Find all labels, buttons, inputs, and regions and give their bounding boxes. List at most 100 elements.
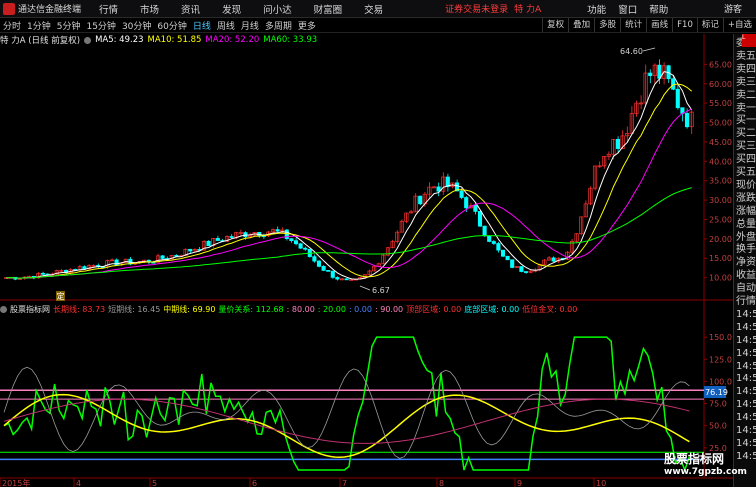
quote-label: 卖四 [736,63,756,75]
quote-label: 买三 [736,141,756,153]
indicator-tick-label: 75.0 [709,400,727,409]
price-tick-label: 60.00 [709,80,732,89]
price-tick-label: 40.00 [709,157,732,166]
price-tick-label: 25.00 [709,215,732,224]
candle-body [615,138,621,149]
indicator-settings-icon[interactable] [0,306,7,313]
quote-label: 收益 [736,270,756,282]
mid-line-value: 中期线: 69.90 [163,305,216,314]
high-annotation: 64.60 [620,47,643,56]
panel-collapse-button[interactable]: L [742,34,756,47]
date-tick-label: 5 [152,479,157,487]
watermark-line1: 股票指标网 [664,452,725,466]
quote-label: 买一 [736,115,756,127]
quote-label: 现价 [736,179,756,191]
indicator-tick-label: 125.0 [709,355,732,364]
watermark-line2: www.7gpzb.com [664,467,747,477]
quote-label: 卖二 [736,89,756,101]
candle-body [293,240,299,245]
candle-body [482,225,487,237]
date-tick-label: 4 [76,479,81,487]
candle-body [684,113,690,128]
ma10-line [6,83,693,279]
candle-body [174,255,179,257]
date-tick-label: 9 [517,479,522,487]
bottom-zone-value: 底部区域: 0.00 [464,305,520,314]
quote-label: 卖三 [736,76,756,88]
quote-label: 卖五 [736,50,756,62]
quote-label: 涨幅 [736,205,756,217]
candle-body [510,259,515,268]
quote-label: 买四 [736,154,756,166]
price-tick-label: 65.00 [709,60,732,69]
candle-body [491,241,496,244]
candle-body [206,240,211,247]
v20-value: : 20.00 [317,305,346,314]
candle-body [188,248,193,252]
long-line [3,398,690,444]
candle-body [487,235,492,242]
candle-body [418,195,423,205]
candle-body [519,266,524,272]
candlesticks [4,59,694,281]
candle-body [344,278,349,281]
candle-body [473,205,478,212]
price-tick-label: 10.00 [709,274,732,283]
kline-chart[interactable]: 65.00 60.00 55.00 50.00 45.00 40.00 35.00 30.00… [0,0,733,487]
date-tick-label: 2015年 [2,478,30,487]
quote-label: 14:50 [736,308,756,320]
candle-body [330,270,335,278]
quote-label: 净资 [736,257,756,269]
long-line-value: 长期线: 83.73 [53,305,106,314]
candle-body [436,186,441,192]
candle-body [523,271,529,273]
price-axis: 65.00 60.00 55.00 50.00 45.00 40.00 35.00 30.00… [704,60,732,283]
candle-body [321,266,326,271]
vol-price-value: 量价关系: 112.68 [218,305,284,314]
moving-averages [6,71,693,280]
price-tick-label: 50.00 [709,119,732,128]
quote-label: 14:50 [736,399,756,411]
ma5-line [6,71,693,280]
quote-label: 行情 [736,296,756,307]
candle-body [477,211,483,227]
candle-body [500,249,506,257]
high-arrow [642,47,656,52]
price-tick-label: 20.00 [709,235,732,244]
date-tick-label: 8 [439,479,444,487]
price-tick-label: 45.00 [709,138,732,147]
quote-label: 14:50 [736,334,756,346]
quote-label: 换手 [736,244,756,256]
indicator-panel [0,336,704,473]
candle-body [40,272,46,275]
indicator-tick-label: 150.0 [709,333,732,342]
price-tick-label: 15.00 [709,254,732,263]
candle-body [316,260,322,267]
quote-label: 14:50 [736,437,756,449]
candle-body [496,243,501,251]
indicator-info-line: 股票指标网 长期线: 83.73 短期线: 16.45 中期线: 69.90 量… [0,304,580,315]
short-line [3,366,690,459]
indicator-tick-label: 50.0 [709,422,727,431]
quote-panel: 委比卖五卖四卖三卖二卖一买一买二买三买四买五现价涨跌涨幅总量外盘换手净资收益自动… [733,34,756,487]
quote-label: 涨跌 [736,192,756,204]
quote-label: 14:50 [736,347,756,359]
quote-label: 14:50 [736,412,756,424]
mark-label: 定 [57,291,65,301]
indicator-name[interactable]: 股票指标网 [10,304,50,315]
date-tick-label: 7 [342,479,347,487]
candle-body [215,238,220,241]
quote-label: 14:50 [736,321,756,333]
quote-label: 卖一 [736,102,756,114]
quote-label: 外盘 [736,231,756,243]
candle-body [298,243,303,249]
date-axis: 2015年 4 5 6 7 8 9 10 [0,478,606,487]
price-tick-label: 30.00 [709,196,732,205]
candle-body [464,197,469,209]
low-arrow [359,285,371,291]
volume-price-line [3,336,691,473]
cross-value: 低位金叉: 0.00 [522,305,578,314]
candle-body [551,257,556,262]
date-tick-label: 6 [252,479,257,487]
quote-label: 14:50 [736,425,756,436]
